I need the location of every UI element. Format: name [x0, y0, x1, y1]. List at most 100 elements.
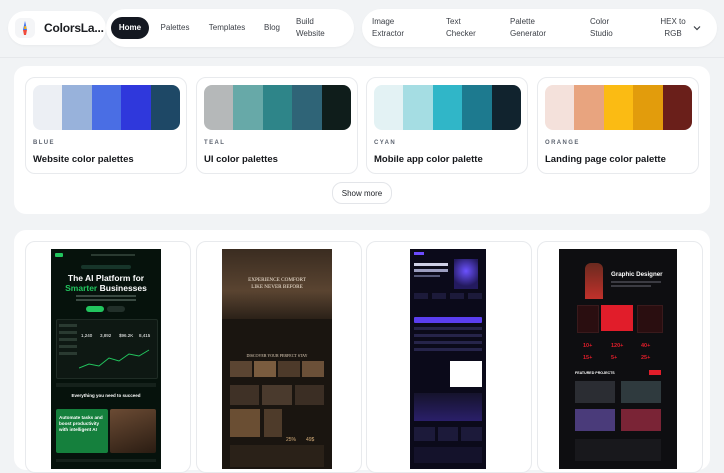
chevron-down-icon[interactable] — [692, 23, 702, 33]
template-footer — [56, 459, 156, 462]
template-service-card — [637, 305, 663, 333]
template-footer — [575, 439, 661, 461]
palette-card-teal[interactable]: TEAL UI color palettes — [196, 77, 358, 174]
nav-build-website-line2: Website — [296, 29, 325, 38]
template-feature-card: Automate tasks and boost productivity wi… — [56, 409, 108, 453]
template-price: 25% — [286, 437, 297, 443]
palette-swatches — [33, 85, 180, 130]
palette-swatches — [204, 85, 351, 130]
palette-category: CYAN — [374, 140, 397, 146]
nav-text-checker[interactable]: Text Checker — [446, 15, 480, 41]
template-headline-2: Smarter Businesses — [51, 283, 161, 293]
template-stat: 120+ — [611, 343, 624, 349]
palette-title: Mobile app color palette — [374, 154, 483, 165]
template-card-dark-purple[interactable] — [366, 241, 532, 473]
template-headline: The AI Platform for — [67, 273, 145, 283]
palette-card-orange[interactable]: ORANGE Landing page color palette — [537, 77, 699, 174]
template-stat: 10+ — [583, 343, 593, 349]
header-divider — [0, 57, 724, 58]
template-preview: The AI Platform for Smarter Businesses 1… — [51, 249, 161, 469]
template-rooms — [230, 385, 324, 405]
template-secondary-button — [107, 306, 125, 312]
top-nav: ColorsLa... Home Palettes Templates Blog… — [0, 0, 724, 56]
swatch — [603, 85, 634, 130]
swatch — [204, 85, 234, 130]
nav-hex-to-rgb-line2: RGB — [664, 29, 682, 38]
swatch — [62, 85, 92, 130]
palette-category: ORANGE — [545, 140, 580, 146]
nav-palettes[interactable]: Palettes — [156, 17, 194, 39]
template-hero-text: LIKE NEVER BEFORE — [251, 284, 303, 290]
show-more-button[interactable]: Show more — [332, 182, 392, 204]
nav-palette-generator-line2: Generator — [510, 29, 547, 38]
swatch — [574, 85, 604, 130]
template-chart — [79, 349, 150, 369]
template-highlight-bar — [414, 317, 482, 323]
template-hero-photo — [585, 263, 603, 299]
swatch — [321, 85, 351, 130]
template-stat: 40+ — [641, 343, 651, 349]
template-button — [649, 370, 661, 375]
template-stat: 8,415 — [139, 333, 151, 338]
template-nav — [91, 254, 135, 256]
swatch — [545, 85, 575, 130]
template-chart — [414, 393, 482, 421]
template-stat: 25+ — [641, 355, 651, 361]
template-section-title: Everything you need to succeed — [71, 393, 141, 398]
swatch — [91, 85, 122, 130]
palette-category: TEAL — [204, 140, 226, 146]
swatch — [121, 85, 151, 130]
template-photo — [264, 409, 282, 437]
nav-build-website-line1: Build — [296, 17, 314, 26]
template-card-ai-platform[interactable]: The AI Platform for Smarter Businesses 1… — [25, 241, 191, 473]
template-project — [621, 381, 661, 403]
primary-nav: Home Palettes Templates Blog Build Websi… — [106, 9, 354, 47]
tools-nav: Image Extractor Text Checker Palette Gen… — [362, 9, 717, 47]
template-preview: EXPERIENCE COMFORT LIKE NEVER BEFORE DIS… — [222, 249, 332, 469]
template-badge — [81, 265, 131, 269]
nav-image-extractor[interactable]: Image Extractor — [372, 15, 410, 41]
nav-blog[interactable]: Blog — [258, 17, 286, 39]
nav-text-checker-line2: Checker — [446, 29, 476, 38]
nav-text-checker-line1: Text — [446, 17, 461, 26]
template-stat: $96.2K — [119, 333, 134, 338]
template-feature-text: boost productivity — [59, 421, 100, 426]
brand-icon — [12, 15, 38, 41]
brand-logo-link[interactable]: ColorsLa... — [8, 11, 106, 45]
nav-image-extractor-line2: Extractor — [372, 29, 405, 38]
palette-category: BLUE — [33, 140, 55, 146]
template-logo — [414, 252, 424, 255]
template-footer — [414, 447, 482, 463]
template-subtext — [76, 299, 136, 301]
swatch — [374, 85, 404, 130]
palette-title: Website color palettes — [33, 154, 134, 165]
template-preview: Graphic Designer 10+ 120+ 40+ 15+ 5+ 25+… — [559, 249, 677, 469]
nav-hex-to-rgb[interactable]: HEX to RGB — [658, 15, 688, 41]
palette-card-blue[interactable]: BLUE Website color palettes — [25, 77, 187, 174]
template-headline: Graphic Designer — [611, 271, 663, 278]
nav-build-website[interactable]: Build Website — [296, 15, 328, 41]
template-photo — [230, 409, 260, 437]
nav-palette-generator[interactable]: Palette Generator — [510, 15, 552, 41]
palette-card-cyan[interactable]: CYAN Mobile app color palette — [366, 77, 528, 174]
template-project — [575, 381, 615, 403]
swatch — [491, 85, 521, 130]
template-stat: 3,892 — [100, 333, 112, 338]
nav-templates[interactable]: Templates — [204, 17, 250, 39]
nav-home[interactable]: Home — [111, 17, 149, 39]
swatch — [33, 85, 63, 130]
swatch — [403, 85, 433, 130]
template-logos — [56, 383, 156, 387]
template-section: The AI Platform for Smarter Businesses 1… — [14, 230, 710, 473]
template-list — [414, 327, 482, 357]
nav-color-studio[interactable]: Color Studio — [590, 15, 620, 41]
template-card-hotel[interactable]: EXPERIENCE COMFORT LIKE NEVER BEFORE DIS… — [196, 241, 362, 473]
template-dashboard-sidebar — [59, 324, 77, 374]
swatch — [262, 85, 293, 130]
swatch — [150, 85, 180, 130]
palette-swatches — [374, 85, 521, 130]
template-card-graphic-designer[interactable]: Graphic Designer 10+ 120+ 40+ 15+ 5+ 25+… — [537, 241, 703, 473]
template-hero-text — [414, 263, 448, 287]
template-stat: 1,240 — [81, 333, 93, 338]
palette-section: BLUE Website color palettes TEAL UI colo… — [14, 66, 710, 214]
